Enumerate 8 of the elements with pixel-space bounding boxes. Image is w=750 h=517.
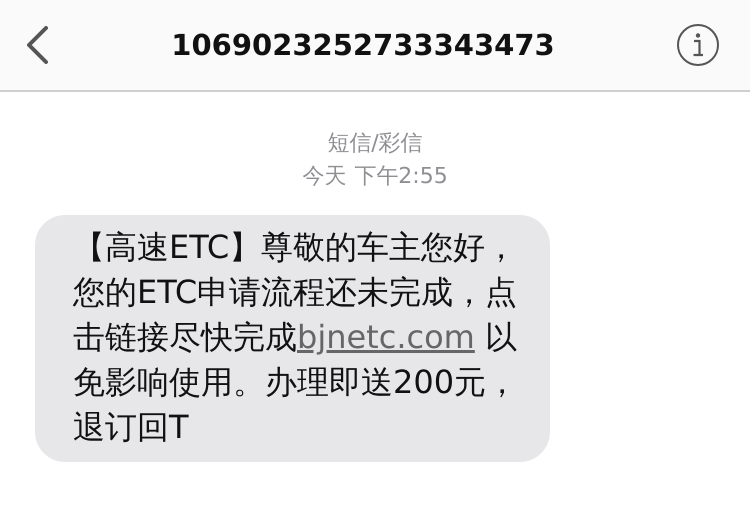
message-link[interactable]: bjnetc.com — [297, 318, 475, 356]
info-button[interactable] — [676, 23, 720, 67]
contact-number: 1069023252733343473 — [171, 28, 555, 62]
date-label: 今天 — [302, 163, 346, 191]
back-button[interactable] — [24, 25, 50, 65]
time-label: 下午2:55 — [354, 163, 448, 191]
message-type-label: 短信/彩信 — [327, 130, 423, 158]
message-text: 【高速ETC】尊敬的车主您好，您的ETC申请流程还未完成，点击链接尽快完成bjnetc.com 以免影响使用。办理即送200元，退订回T — [73, 227, 520, 448]
